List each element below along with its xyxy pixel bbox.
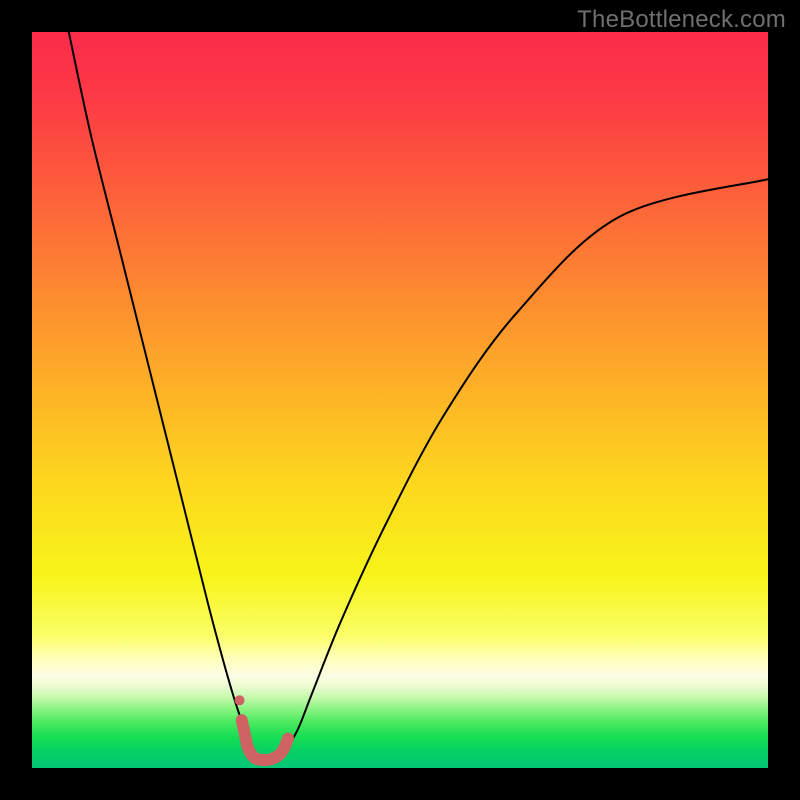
valley-marker	[235, 695, 245, 705]
chart-frame: TheBottleneck.com	[0, 0, 800, 800]
plot-area	[32, 32, 768, 768]
watermark-label: TheBottleneck.com	[577, 6, 786, 34]
bottleneck-curve	[69, 32, 768, 760]
chart-svg	[32, 32, 768, 768]
valley-trace	[242, 720, 288, 760]
